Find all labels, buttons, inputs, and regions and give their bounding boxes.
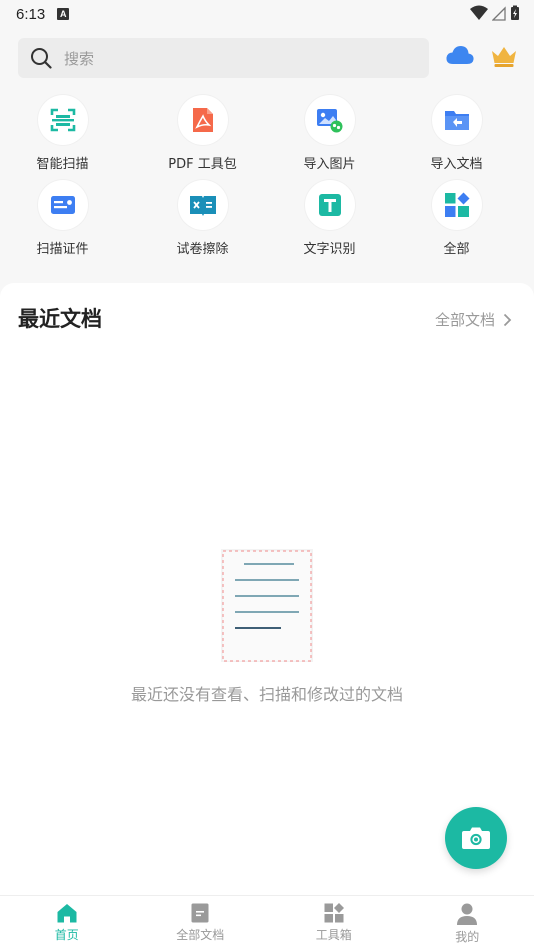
tool-icon-wrap [177, 180, 228, 230]
tool-all[interactable]: 全部 [393, 180, 520, 265]
vip-button[interactable] [490, 44, 518, 72]
tool-import-document[interactable]: 导入文档 [393, 95, 520, 180]
camera-icon [462, 827, 490, 849]
status-time: 6:13 [16, 5, 46, 23]
tool-label: 文字识别 [303, 242, 356, 257]
tool-icon-wrap [177, 95, 228, 145]
home-icon [57, 904, 77, 923]
empty-document-illustration [221, 549, 313, 662]
tab-toolbox[interactable]: 工具箱 [267, 896, 401, 950]
tool-label: 智能扫描 [36, 157, 89, 172]
tool-smart-scan[interactable]: 智能扫描 [0, 95, 139, 180]
search-row: 搜索 [18, 38, 518, 78]
tool-label: 扫描证件 [36, 242, 89, 257]
tools-row: 智能扫描 PDF 工具包 导入图片 导入文档 [0, 95, 534, 180]
status-icons [470, 5, 520, 21]
tool-exam-erase[interactable]: 试卷擦除 [139, 180, 266, 265]
tool-icon-wrap [37, 95, 88, 145]
recent-documents-panel: 最近文档 全部文档 最近还没有查看、扫描和修改过的文档 [0, 283, 534, 895]
id-card-icon [50, 196, 75, 214]
profile-icon [457, 903, 478, 925]
tab-all-documents[interactable]: 全部文档 [134, 896, 268, 950]
status-notification-icon: A [57, 8, 70, 20]
search-placeholder: 搜索 [64, 49, 95, 68]
tool-text-recognition[interactable]: 文字识别 [266, 180, 393, 265]
tab-label: 首页 [54, 928, 79, 942]
recent-title: 最近文档 [18, 307, 102, 331]
all-documents-label: 全部文档 [434, 311, 495, 329]
exam-erase-icon [189, 196, 216, 216]
document-icon [191, 903, 209, 923]
import-image-icon [316, 109, 342, 133]
all-documents-link[interactable]: 全部文档 [435, 309, 512, 330]
tool-icon-wrap [431, 180, 482, 230]
cloud-sync-button[interactable] [446, 44, 474, 70]
empty-state-text: 最近还没有查看、扫描和修改过的文档 [130, 685, 403, 704]
tool-label: PDF 工具包 [168, 157, 237, 172]
tool-import-image[interactable]: 导入图片 [266, 95, 393, 180]
bottom-tab-bar: 首页 全部文档 工具箱 我的 [0, 895, 534, 950]
search-icon [31, 48, 52, 69]
crown-icon [492, 47, 516, 67]
chevron-right-icon [503, 313, 512, 326]
tab-label: 我的 [455, 930, 480, 944]
tool-icon-wrap [304, 180, 355, 230]
tools-row: 扫描证件 试卷擦除 文字识别 全部 [0, 180, 534, 265]
status-bar: 6:13 A [0, 0, 534, 28]
tool-label: 全部 [443, 242, 470, 257]
tab-profile[interactable]: 我的 [401, 896, 534, 950]
tool-icon-wrap [304, 95, 355, 145]
wifi-icon [470, 5, 488, 20]
cloud-icon [446, 46, 474, 64]
tool-label: 导入图片 [303, 157, 356, 172]
tool-pdf-toolkit[interactable]: PDF 工具包 [139, 95, 266, 180]
tab-label: 工具箱 [315, 928, 352, 942]
toolbox-icon [324, 903, 344, 923]
tool-label: 试卷擦除 [176, 242, 229, 257]
tool-scan-id[interactable]: 扫描证件 [0, 180, 139, 265]
all-apps-icon [444, 192, 469, 217]
tab-home[interactable]: 首页 [0, 896, 134, 950]
tool-label: 导入文档 [430, 157, 483, 172]
tool-icon-wrap [431, 95, 482, 145]
import-document-icon [444, 111, 469, 130]
tools-grid: 智能扫描 PDF 工具包 导入图片 导入文档 扫描证件 试卷擦除 文字识别 全部 [0, 95, 534, 265]
signal-icon [492, 6, 506, 21]
tool-icon-wrap [37, 180, 88, 230]
battery-charging-icon [511, 5, 519, 20]
search-input[interactable]: 搜索 [18, 38, 429, 78]
text-recognition-icon [318, 194, 341, 216]
camera-button[interactable] [445, 807, 507, 869]
scan-frame-icon [50, 108, 75, 132]
pdf-icon [192, 108, 213, 132]
tab-label: 全部文档 [176, 928, 225, 942]
